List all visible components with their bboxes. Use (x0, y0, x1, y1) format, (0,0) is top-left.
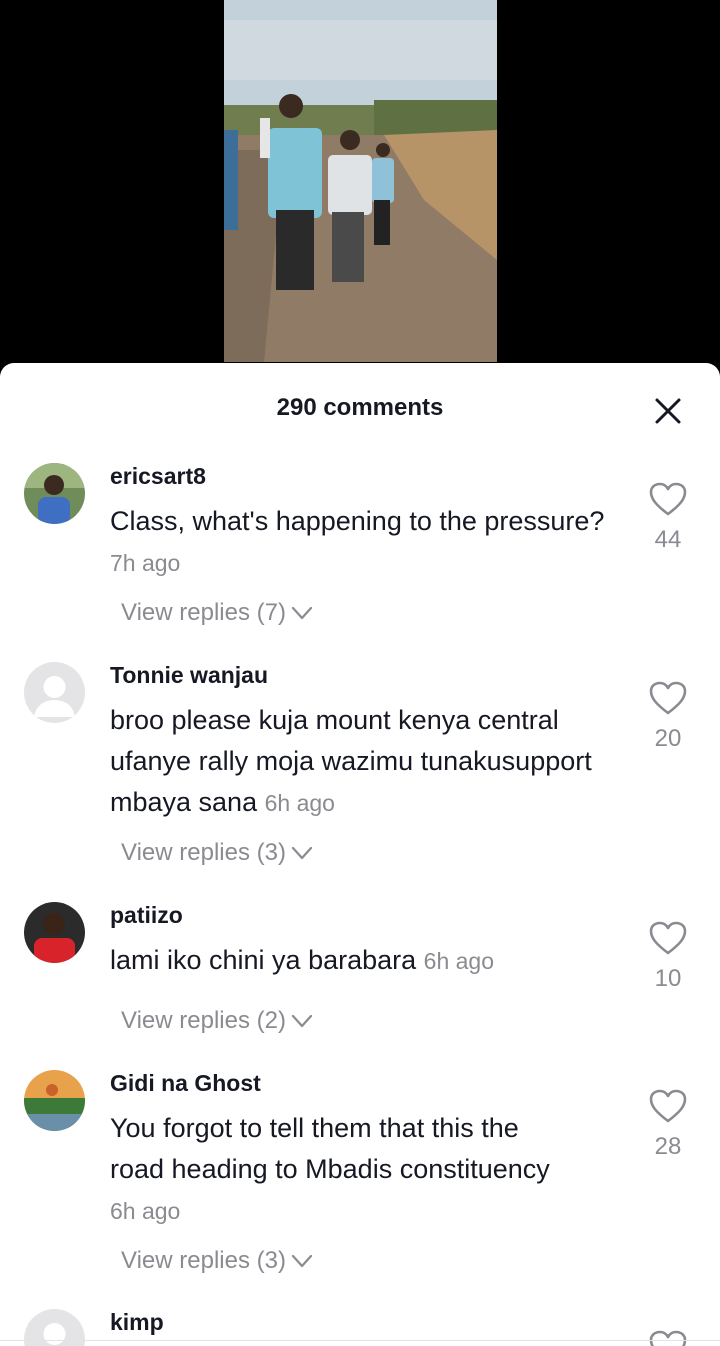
comment-time: 6h ago (264, 790, 335, 816)
view-replies-label: View replies (3) (121, 1247, 286, 1274)
like-count: 44 (654, 526, 682, 553)
view-replies-label: View replies (7) (121, 599, 286, 626)
comment-username[interactable]: ericsart8 (110, 463, 206, 490)
avatar[interactable] (24, 463, 85, 524)
heart-outline-icon (649, 482, 687, 516)
video-frame[interactable] (224, 0, 497, 362)
comment-body: You forgot to tell them that this the ro… (110, 1113, 550, 1184)
comment-text: Class, what's happening to the pressure?… (110, 501, 630, 584)
like-count: 28 (654, 1133, 682, 1160)
view-replies-button[interactable]: View replies (2) (121, 1007, 314, 1035)
comment-text: You forgot to tell them that this the ro… (110, 1108, 570, 1232)
video-area[interactable] (0, 0, 720, 370)
chevron-down-icon (291, 1014, 313, 1028)
like-button[interactable]: 44 (640, 481, 696, 554)
view-replies-label: View replies (3) (121, 839, 286, 866)
heart-outline-icon (649, 1330, 687, 1346)
heart-outline-icon (649, 681, 687, 715)
comment-body: Class, what's happening to the pressure? (110, 506, 605, 536)
avatar[interactable] (24, 1070, 85, 1131)
close-icon (655, 398, 681, 424)
comment-text: broo please kuja mount kenya central ufa… (110, 700, 610, 824)
comment-username[interactable]: Gidi na Ghost (110, 1070, 261, 1097)
like-button[interactable] (640, 1329, 696, 1346)
like-count: 10 (654, 965, 682, 992)
avatar[interactable] (24, 662, 85, 723)
comments-count-title: 290 comments (276, 394, 444, 421)
divider (0, 1340, 720, 1341)
view-replies-button[interactable]: View replies (7) (121, 599, 314, 627)
comment-username[interactable]: patiizo (110, 902, 183, 929)
comment-time: 7h ago (110, 550, 181, 576)
chevron-down-icon (291, 606, 313, 620)
heart-outline-icon (649, 1089, 687, 1123)
close-button[interactable] (650, 393, 686, 429)
view-replies-label: View replies (2) (121, 1007, 286, 1034)
view-replies-button[interactable]: View replies (3) (121, 839, 314, 867)
view-replies-button[interactable]: View replies (3) (121, 1247, 314, 1275)
comment-username[interactable]: kimp (110, 1309, 164, 1336)
comment-body: lami iko chini ya barabara (110, 945, 417, 975)
sheet-header: 290 comments (0, 363, 720, 455)
like-button[interactable]: 28 (640, 1088, 696, 1161)
comment-time: 6h ago (423, 948, 495, 974)
like-button[interactable]: 10 (640, 920, 696, 993)
comment-text: lami iko chini ya barabara 6h ago (110, 940, 630, 982)
heart-outline-icon (649, 921, 687, 955)
like-button[interactable]: 20 (640, 680, 696, 753)
comments-sheet: 290 comments ericsart8 Class, what's hap… (0, 363, 720, 1346)
chevron-down-icon (291, 1254, 313, 1268)
comment-username[interactable]: Tonnie wanjau (110, 662, 268, 689)
comment-time: 6h ago (110, 1198, 181, 1224)
like-count: 20 (654, 725, 682, 752)
comment-body: broo please kuja mount kenya central ufa… (110, 705, 592, 817)
avatar[interactable] (24, 902, 85, 963)
chevron-down-icon (291, 846, 313, 860)
